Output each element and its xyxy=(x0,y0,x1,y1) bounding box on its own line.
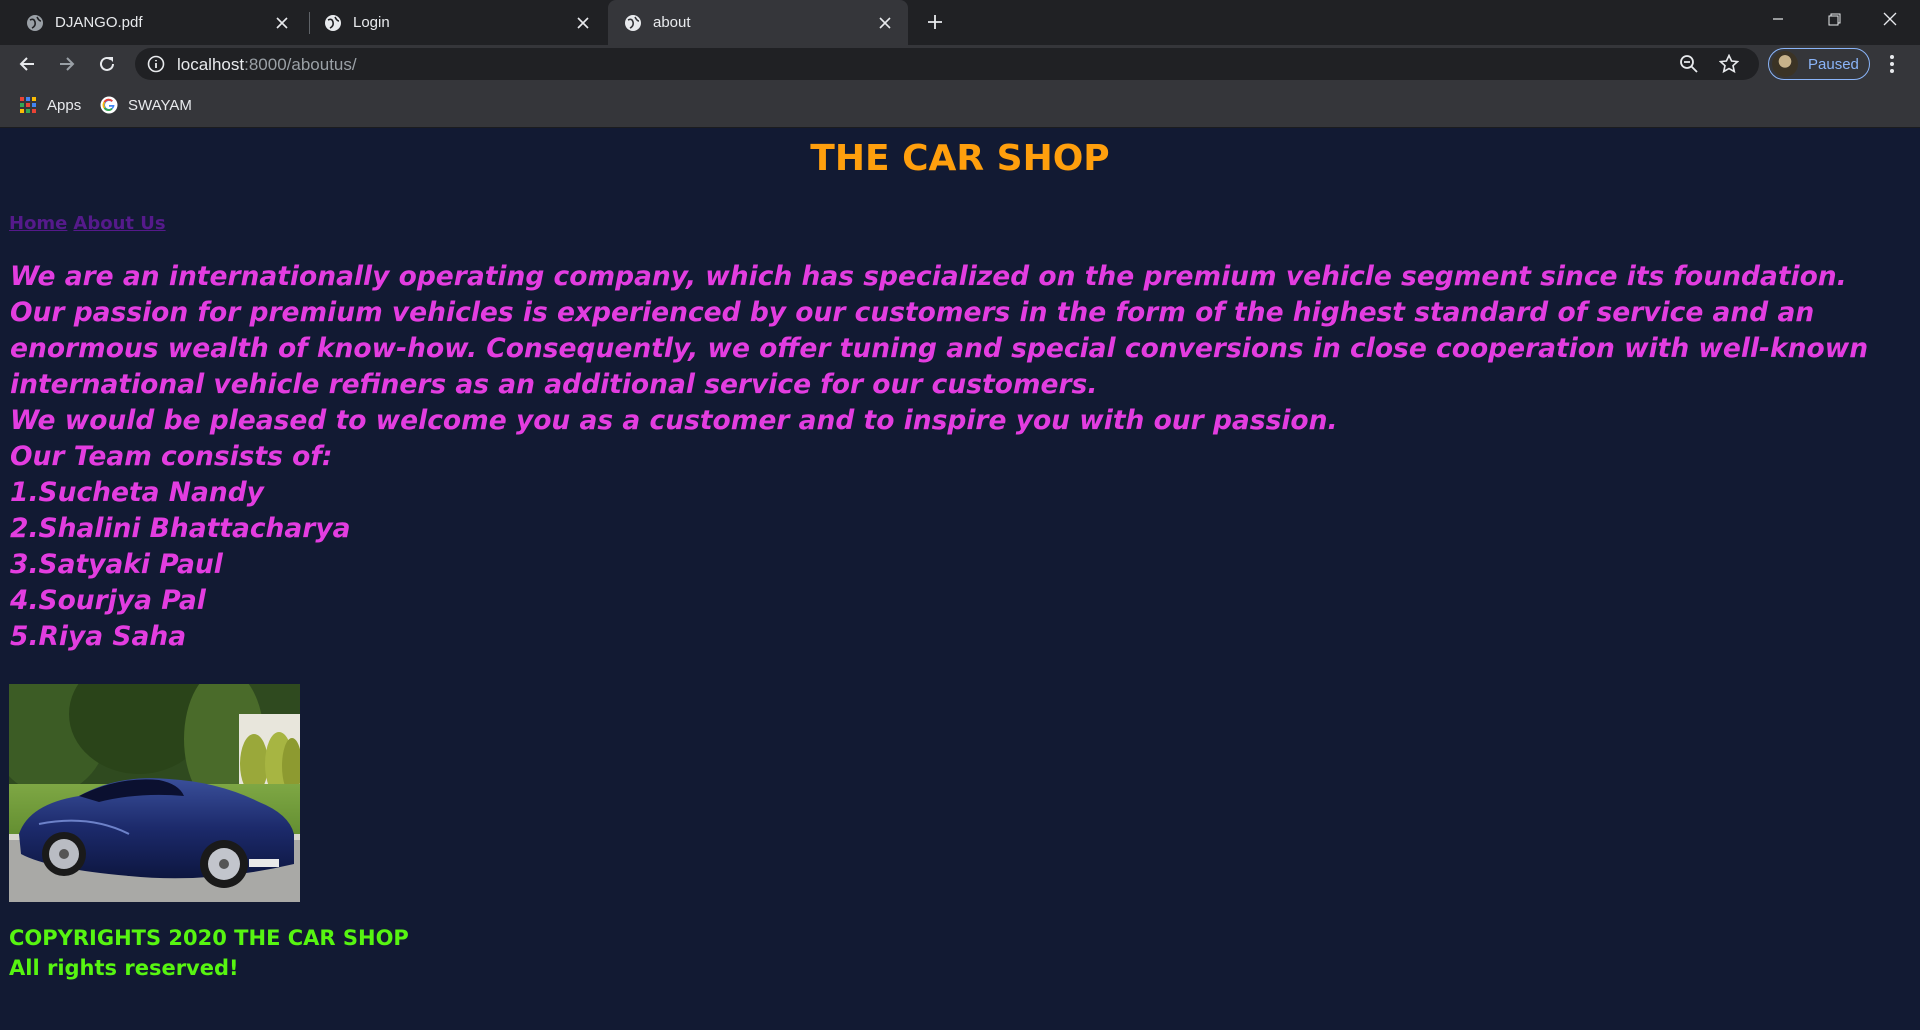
bookmark-label: Apps xyxy=(47,96,82,114)
address-bar[interactable]: localhost:8000/aboutus/ xyxy=(135,48,1759,80)
tab-django-pdf[interactable]: DJANGO.pdf xyxy=(0,0,305,45)
tab-strip: DJANGO.pdf Login about xyxy=(0,0,1920,45)
minimize-button[interactable] xyxy=(1750,0,1806,38)
avatar xyxy=(1772,51,1798,77)
team-member: 3.Satyaki Paul xyxy=(10,549,223,580)
close-icon[interactable] xyxy=(874,12,896,34)
browser-toolbar: localhost:8000/aboutus/ Paused xyxy=(0,45,1920,83)
tab-title: about xyxy=(653,14,691,31)
nav-link-about[interactable]: About Us xyxy=(73,213,165,234)
team-heading: Our Team consists of: xyxy=(10,441,333,472)
page-title: THE CAR SHOP xyxy=(810,138,1110,179)
car-image xyxy=(9,684,300,902)
close-icon[interactable] xyxy=(572,12,594,34)
restore-button[interactable] xyxy=(1806,0,1862,38)
tab-about[interactable]: about xyxy=(608,0,908,45)
star-icon[interactable] xyxy=(1719,54,1739,74)
minimize-icon xyxy=(1773,18,1783,20)
profile-button[interactable]: Paused xyxy=(1768,48,1870,80)
tab-title: DJANGO.pdf xyxy=(55,14,143,31)
bookmark-apps[interactable]: Apps xyxy=(19,94,81,116)
team-member: 5.Riya Saha xyxy=(10,621,187,652)
close-icon xyxy=(1883,12,1897,26)
page-content: THE CAR SHOP Home About Us We are an inte… xyxy=(0,128,1920,1030)
close-icon[interactable] xyxy=(271,12,293,34)
reload-button[interactable] xyxy=(92,49,122,79)
team-member: 2.Shalini Bhattacharya xyxy=(10,513,351,544)
site-footer: COPYRIGHTS 2020 THE CAR SHOP All rights … xyxy=(9,923,409,983)
team-member: 4.Sourjya Pal xyxy=(10,585,206,616)
bookmark-label: SWAYAM xyxy=(128,96,192,114)
globe-icon xyxy=(26,14,44,32)
close-window-button[interactable] xyxy=(1862,0,1918,38)
back-button[interactable] xyxy=(12,49,42,79)
globe-icon xyxy=(624,14,642,32)
plus-icon xyxy=(928,15,942,29)
apps-grid-icon xyxy=(20,97,36,113)
forward-button[interactable] xyxy=(52,49,82,79)
new-tab-button[interactable] xyxy=(922,9,948,35)
info-icon[interactable] xyxy=(147,55,165,73)
url-text: localhost:8000/aboutus/ xyxy=(177,55,357,74)
team-member: 1.Sucheta Nandy xyxy=(10,477,264,508)
bookmarks-bar: Apps SWAYAM xyxy=(0,83,1920,128)
about-paragraph: We are an internationally operating comp… xyxy=(10,261,1869,400)
tab-login[interactable]: Login xyxy=(308,0,606,45)
globe-icon xyxy=(324,14,342,32)
reload-icon xyxy=(100,56,114,71)
more-menu-icon[interactable] xyxy=(1882,53,1902,75)
google-g-icon xyxy=(100,96,118,114)
tab-title: Login xyxy=(353,14,390,31)
bookmark-swayam[interactable]: SWAYAM xyxy=(100,94,192,116)
nav-link-home[interactable]: Home xyxy=(9,213,67,234)
arrow-left-icon xyxy=(19,57,34,71)
restore-icon xyxy=(1828,13,1840,25)
profile-status: Paused xyxy=(1808,55,1859,73)
about-text: We are an internationally operating comp… xyxy=(10,259,1910,655)
welcome-line: We would be pleased to welcome you as a … xyxy=(10,405,1338,436)
arrow-right-icon xyxy=(60,57,75,71)
rights-text: All rights reserved! xyxy=(9,956,239,980)
copyright-text: COPYRIGHTS 2020 THE CAR SHOP xyxy=(9,926,409,950)
zoom-icon[interactable] xyxy=(1679,54,1699,74)
site-nav: Home About Us xyxy=(9,213,172,234)
